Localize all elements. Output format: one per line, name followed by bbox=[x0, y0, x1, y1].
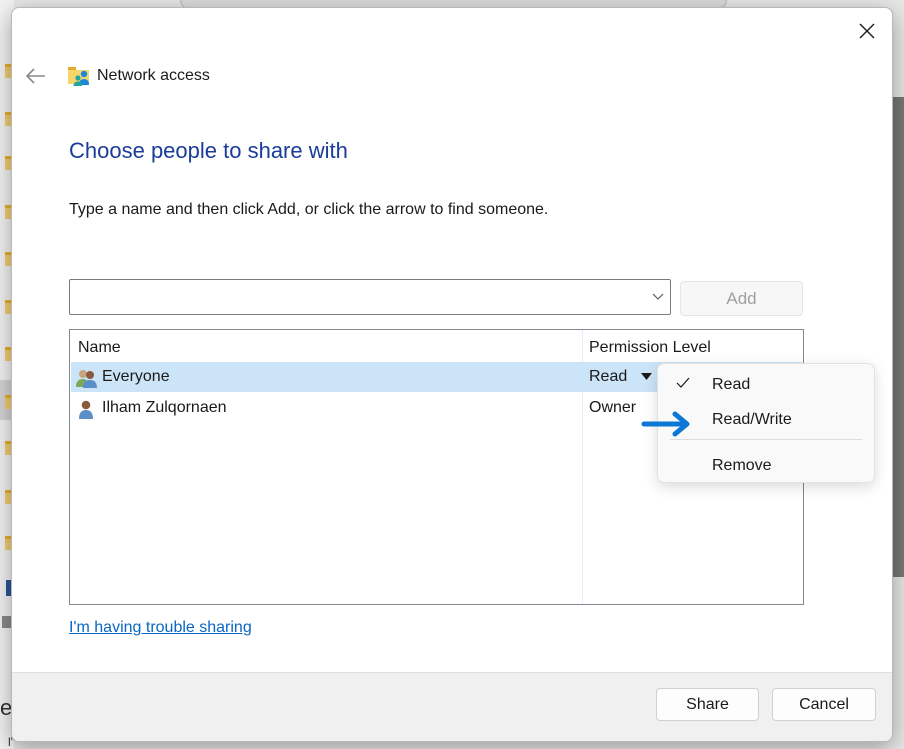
user-icon bbox=[79, 400, 93, 419]
dropdown-triangle-icon[interactable] bbox=[641, 373, 652, 380]
menu-item-label: Remove bbox=[712, 457, 772, 474]
network-folder-icon bbox=[68, 67, 89, 86]
cancel-button[interactable]: Cancel bbox=[772, 688, 876, 721]
menu-item-label: Read/Write bbox=[712, 411, 792, 428]
trouble-sharing-link[interactable]: I'm having trouble sharing bbox=[69, 619, 252, 637]
checkmark-icon bbox=[676, 377, 690, 388]
dialog-footer: Share Cancel bbox=[12, 672, 892, 741]
close-button[interactable] bbox=[854, 18, 880, 44]
menu-separator bbox=[670, 439, 862, 440]
dialog-title: Network access bbox=[97, 67, 210, 84]
back-arrow-icon bbox=[26, 68, 45, 84]
menu-item-label: Read bbox=[712, 376, 751, 393]
row-name: Everyone bbox=[102, 368, 170, 385]
annotation-arrow-icon bbox=[641, 411, 690, 437]
column-header-name[interactable]: Name bbox=[78, 339, 121, 357]
name-combobox[interactable] bbox=[69, 279, 671, 315]
share-button[interactable]: Share bbox=[656, 688, 759, 721]
permission-dropdown[interactable]: Read bbox=[589, 368, 627, 386]
dialog-title-bar: Network access bbox=[67, 65, 210, 87]
menu-item-read[interactable]: Read bbox=[658, 369, 874, 401]
row-name: Ilham Zulqornaen bbox=[102, 399, 227, 416]
column-header-permission[interactable]: Permission Level bbox=[589, 339, 711, 357]
name-input[interactable] bbox=[74, 284, 638, 310]
page-heading: Choose people to share with bbox=[69, 138, 348, 163]
instruction-text: Type a name and then click Add, or click… bbox=[69, 201, 549, 218]
chevron-down-icon[interactable] bbox=[652, 291, 664, 301]
add-button[interactable]: Add bbox=[680, 281, 803, 316]
list-header: Name Permission Level bbox=[70, 330, 803, 362]
back-button[interactable] bbox=[24, 64, 48, 88]
menu-item-remove[interactable]: Remove bbox=[658, 450, 874, 482]
permission-value: Owner bbox=[589, 399, 637, 416]
background-scrollbar bbox=[892, 97, 904, 577]
close-icon bbox=[859, 23, 875, 39]
group-users-icon bbox=[76, 370, 97, 388]
